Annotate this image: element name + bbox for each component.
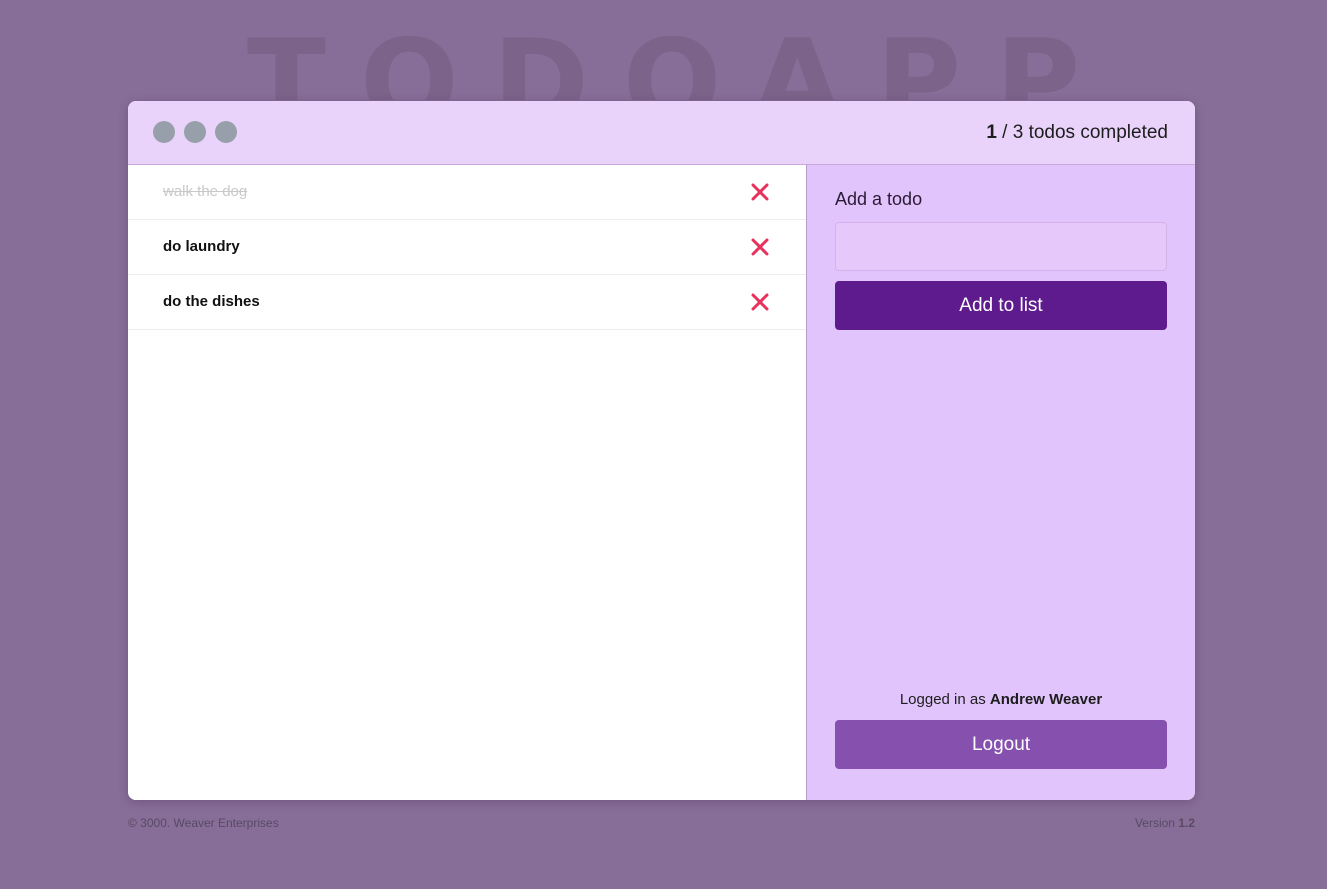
todo-text[interactable]: do the dishes	[163, 293, 260, 310]
close-icon[interactable]	[750, 292, 770, 312]
todo-item[interactable]: do laundry	[128, 220, 806, 275]
completed-count: 1	[986, 122, 997, 143]
todo-text[interactable]: do laundry	[163, 238, 240, 255]
sidebar: Add a todo Add to list Logged in as Andr…	[806, 165, 1195, 800]
logout-button[interactable]: Logout	[835, 720, 1167, 769]
completed-counter: 1 / 3 todos completed	[986, 122, 1168, 144]
close-icon[interactable]	[750, 182, 770, 202]
add-to-list-button[interactable]: Add to list	[835, 281, 1167, 330]
logged-in-label: Logged in as	[899, 691, 990, 708]
version-number: 1.2	[1178, 816, 1195, 830]
todo-item[interactable]: do the dishes	[128, 275, 806, 330]
todo-input[interactable]	[835, 222, 1167, 271]
copyright-text: © 3000. Weaver Enterprises	[128, 816, 279, 830]
todo-list: walk the dog do laundry do the dishes	[128, 165, 806, 800]
close-icon[interactable]	[750, 237, 770, 257]
window-dot-icon	[215, 121, 237, 143]
add-todo-heading: Add a todo	[835, 189, 923, 209]
todo-text[interactable]: walk the dog	[163, 183, 247, 200]
title-bar: 1 / 3 todos completed	[128, 101, 1195, 165]
page: TODOAPP 1 / 3 todos completed walk the d…	[0, 0, 1327, 889]
todo-item[interactable]: walk the dog	[128, 165, 806, 220]
background-title: TODOAPP	[246, 18, 1115, 100]
window-dot-icon	[184, 121, 206, 143]
logged-in-status: Logged in as Andrew Weaver	[835, 691, 1167, 708]
version-label: Version	[1134, 816, 1179, 830]
counter-label: / 3 todos completed	[996, 122, 1168, 143]
window-controls	[153, 121, 237, 143]
window-dot-icon	[153, 121, 175, 143]
user-name: Andrew Weaver	[989, 691, 1103, 708]
app-window: 1 / 3 todos completed walk the dog do la…	[128, 101, 1195, 800]
version-info: Version 1.2	[1135, 816, 1195, 830]
